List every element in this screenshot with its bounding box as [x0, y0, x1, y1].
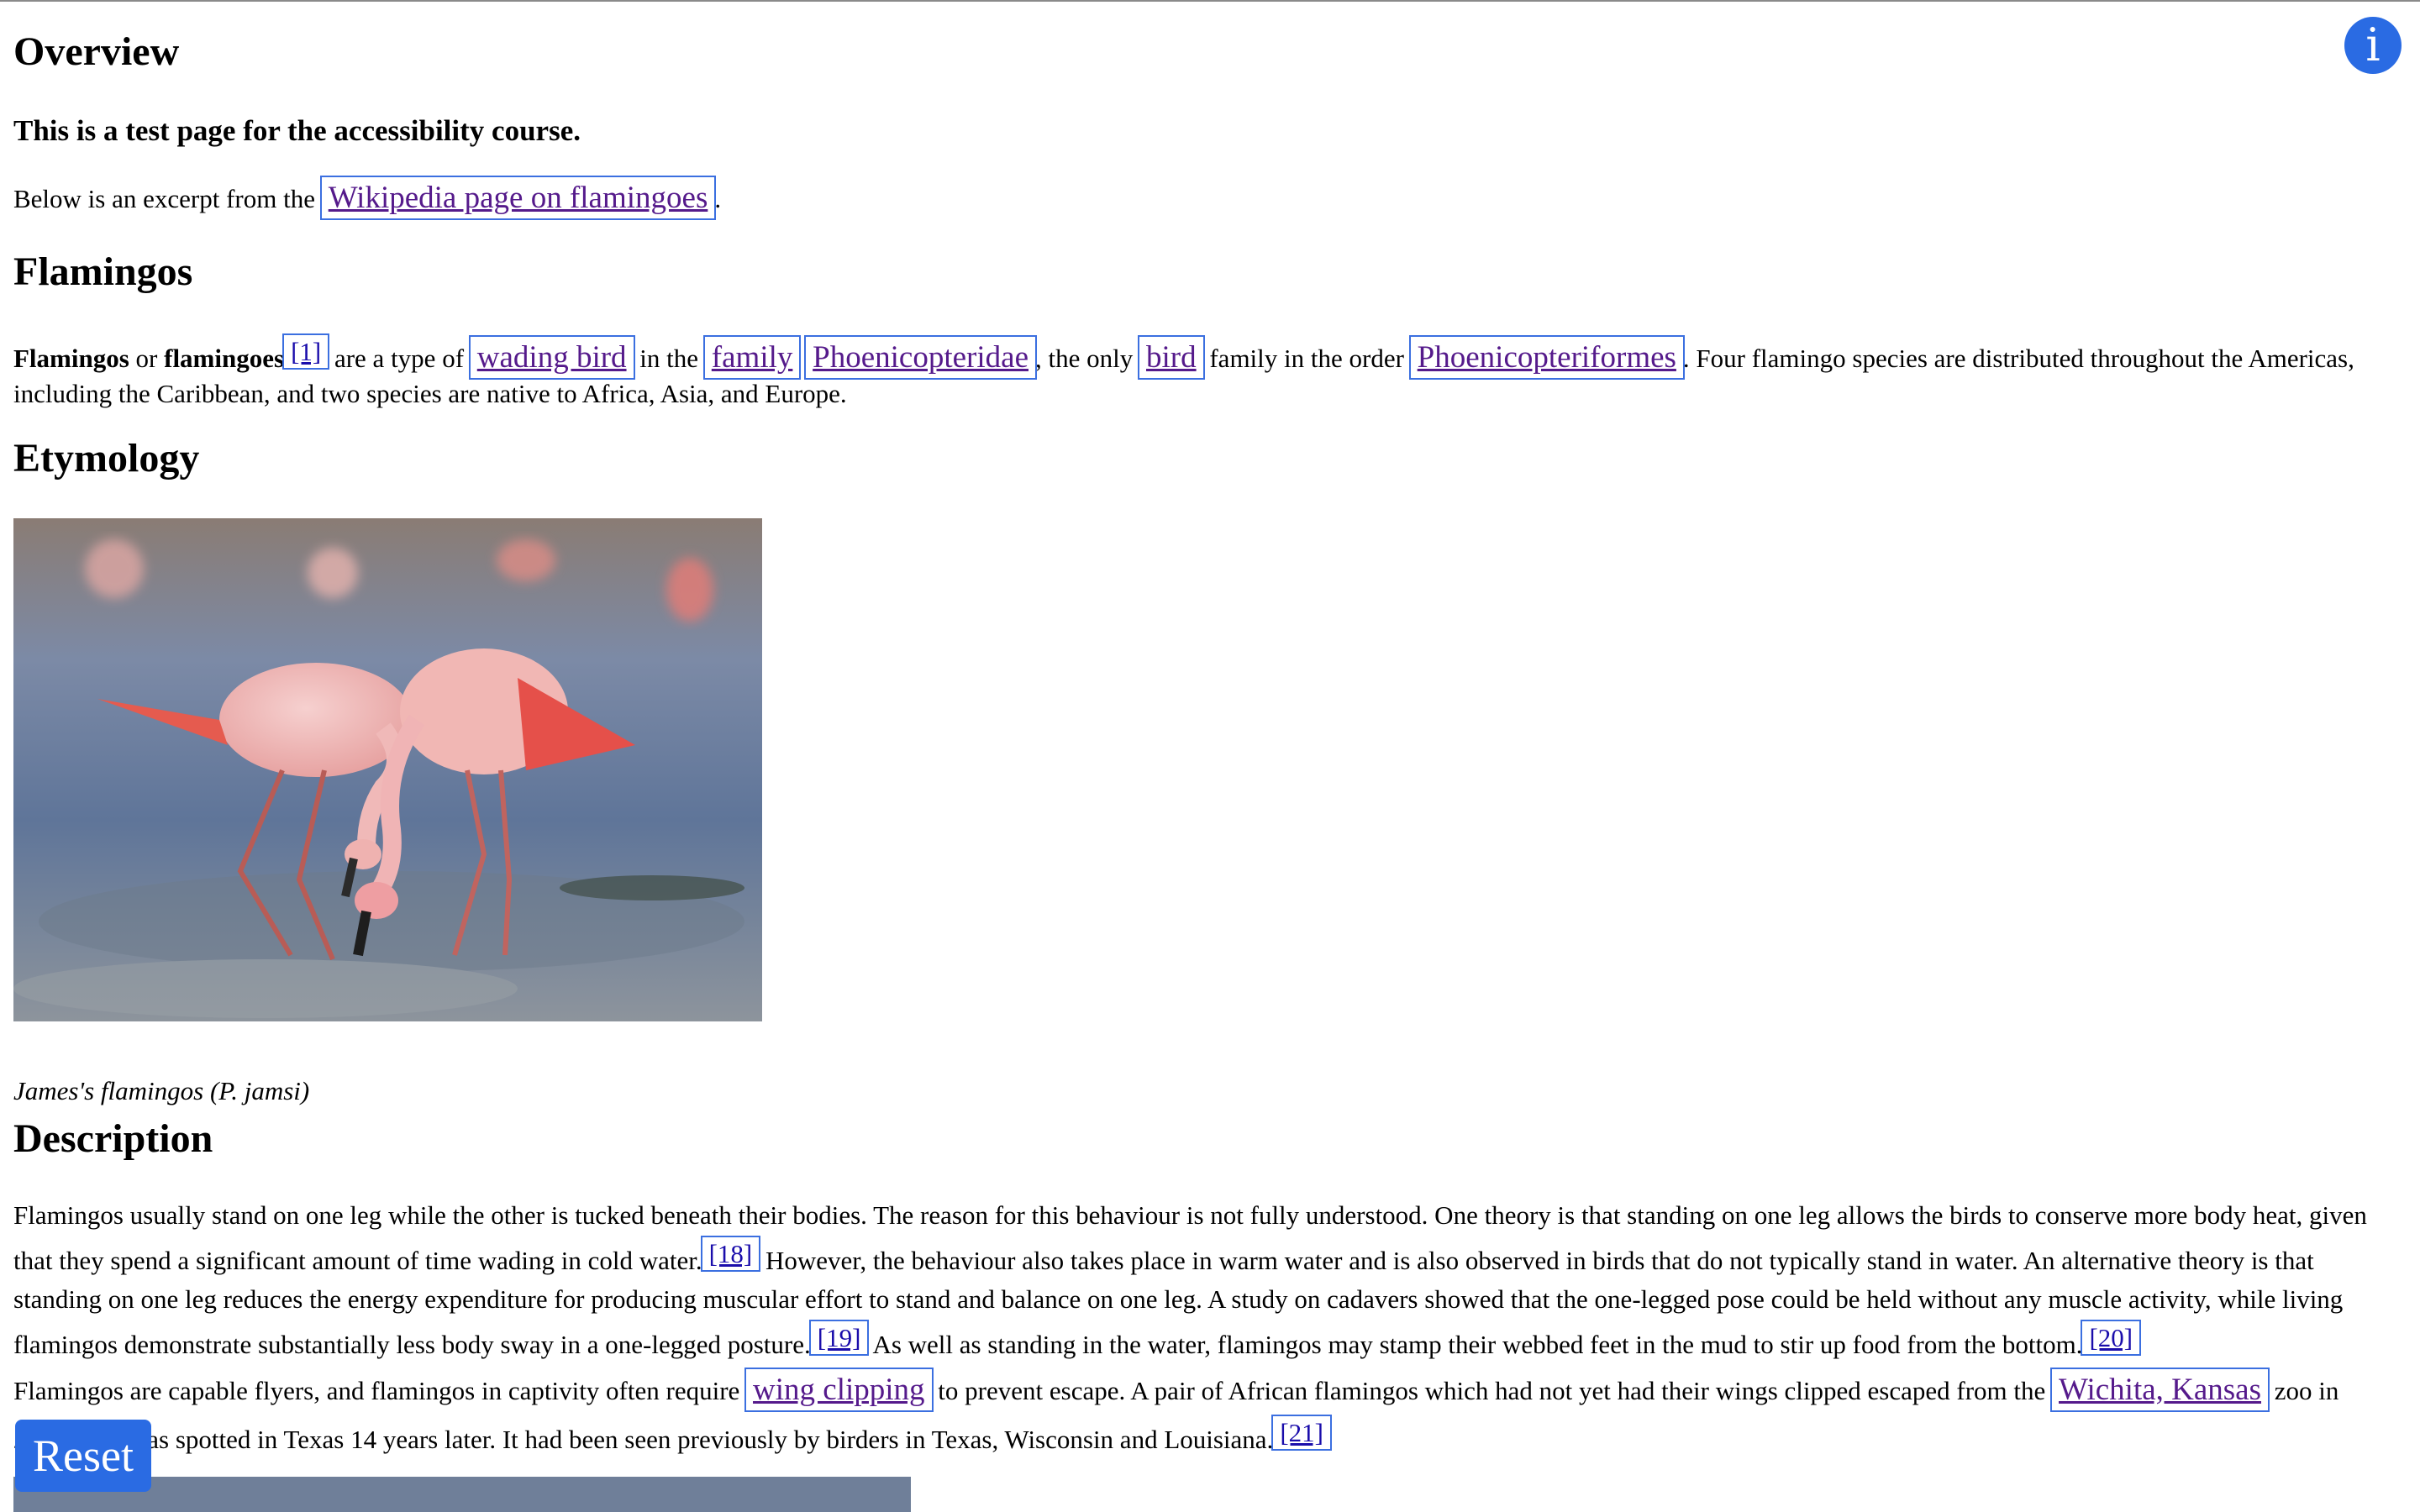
flamingos-paragraph: Flamingos or flamingoes [1] are a type of…: [13, 333, 2400, 412]
overview-subtitle: This is a test page for the accessibilit…: [13, 114, 581, 147]
text-segment: to prevent escape. A pair of African fla…: [931, 1376, 2053, 1405]
description-paragraph-2: Flamingos are capable flyers, and flamin…: [13, 1368, 2400, 1461]
ref-1-link[interactable]: [1]: [282, 333, 330, 370]
text-or: or: [129, 344, 165, 373]
phoenicopteriformes-link[interactable]: Phoenicopteriformes: [1408, 335, 1685, 380]
intro-end: .: [714, 184, 722, 213]
text-segment: Flamingos are capable flyers, and flamin…: [13, 1376, 747, 1405]
reset-button[interactable]: Reset: [15, 1420, 151, 1492]
bird-link[interactable]: bird: [1138, 335, 1205, 380]
overview-intro: Below is an excerpt from the Wikipedia p…: [13, 176, 2400, 220]
flamingo-photo: [13, 518, 762, 1021]
etymology-heading: Etymology: [13, 436, 200, 480]
wichita-kansas-link[interactable]: Wichita, Kansas: [2050, 1368, 2270, 1412]
top-border: [0, 0, 2420, 2]
wading-bird-link[interactable]: wading bird: [468, 335, 635, 380]
flamingos-heading: Flamingos: [13, 249, 193, 294]
text-segment: , the only: [1035, 344, 1139, 373]
info-icon[interactable]: i: [2344, 17, 2402, 74]
overview-heading: Overview: [13, 29, 180, 74]
family-link[interactable]: family: [702, 335, 802, 380]
photo-caption: James's flamingos (P. jamsi): [13, 1076, 310, 1105]
description-heading: Description: [13, 1116, 213, 1161]
text-segment: family in the order: [1202, 344, 1411, 373]
wikipedia-link[interactable]: Wikipedia page on flamingoes: [319, 176, 717, 220]
term-flamingoes: flamingoes: [164, 344, 285, 373]
term-flamingos: Flamingos: [13, 344, 129, 373]
text-segment: in the: [633, 344, 705, 373]
intro-text: Below is an excerpt from the: [13, 184, 322, 213]
text-segment: are a type of: [328, 344, 471, 373]
ref-18-link[interactable]: [18]: [700, 1236, 761, 1272]
text-segment: As well as standing in the water, flamin…: [867, 1330, 2083, 1359]
ref-20-link[interactable]: [20]: [2081, 1320, 2142, 1356]
wing-clipping-link[interactable]: wing clipping: [744, 1368, 934, 1412]
ref-19-link[interactable]: [19]: [808, 1320, 870, 1356]
phoenicopteridae-link[interactable]: Phoenicopteridae: [804, 335, 1037, 380]
ref-21-link[interactable]: [21]: [1271, 1415, 1332, 1451]
description-paragraph-1: Flamingos usually stand on one leg while…: [13, 1196, 2400, 1364]
